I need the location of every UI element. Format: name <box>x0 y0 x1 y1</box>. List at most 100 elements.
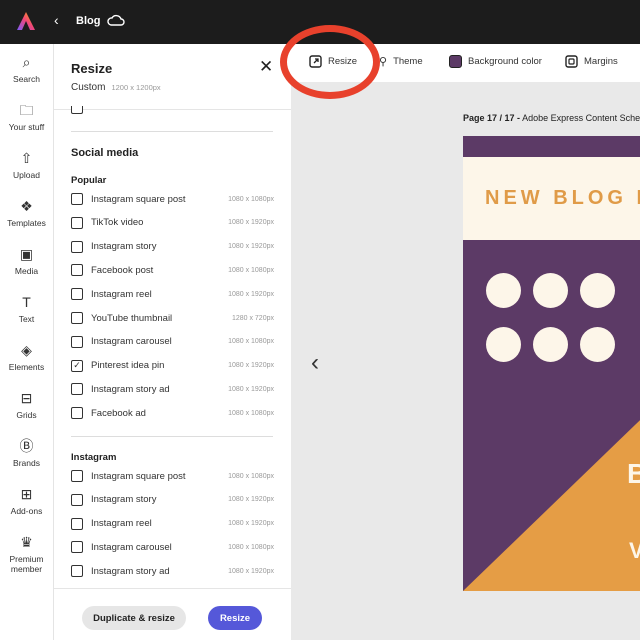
option-label: YouTube thumbnail <box>91 312 173 324</box>
option-label: Instagram story ad <box>91 383 170 395</box>
red-annotation-circle <box>280 25 380 99</box>
custom-size-value: 1200 x 1200px <box>111 83 161 92</box>
rail-item-media[interactable]: ▣ Media <box>0 246 53 276</box>
checkbox[interactable] <box>71 493 83 506</box>
option-label: Instagram square post <box>91 193 186 205</box>
rail-item-brands[interactable]: Ⓑ Brands <box>0 438 53 468</box>
size-option[interactable]: Instagram carousel 1080 x 1080px <box>71 539 274 555</box>
size-option[interactable]: Instagram story ad 1080 x 1920px <box>71 563 274 579</box>
rail-item-your-stuff[interactable]: 🗀 Your stuff <box>0 102 53 132</box>
rail-item-premium-member[interactable]: ♛ Premium member <box>0 534 53 574</box>
checkbox[interactable] <box>71 216 83 229</box>
margins-tool[interactable]: Margins <box>565 55 618 68</box>
option-size: 1080 x 1080px <box>228 409 274 417</box>
size-option[interactable]: Instagram square post 1080 x 1080px <box>71 191 274 207</box>
rail-label: Add-ons <box>10 506 43 516</box>
divider <box>71 436 273 437</box>
background-color-tool[interactable]: Background color <box>449 55 542 68</box>
adobe-express-logo[interactable] <box>16 11 36 31</box>
option-size: 1080 x 1080px <box>228 338 274 346</box>
checkbox[interactable] <box>71 335 83 348</box>
artboard-text-b: B <box>627 458 640 489</box>
back-chevron-icon[interactable]: ‹ <box>54 12 59 28</box>
size-option[interactable]: Facebook ad 1080 x 1080px <box>71 405 274 421</box>
checkbox-partial[interactable] <box>71 106 83 114</box>
option-label: Instagram square post <box>91 470 186 482</box>
option-size: 1080 x 1920px <box>228 567 274 575</box>
rail-label: Premium member <box>9 554 44 574</box>
checkbox[interactable] <box>71 383 83 396</box>
theme-tool[interactable]: ⚲ Theme <box>379 55 423 68</box>
margins-label: Margins <box>584 56 618 67</box>
rail-item-add-ons[interactable]: ⊞ Add-ons <box>0 486 53 516</box>
option-size: 1080 x 1920px <box>228 243 274 251</box>
cloud-icon[interactable] <box>107 13 125 27</box>
previous-page-chevron-icon[interactable]: ‹ <box>311 349 319 377</box>
rail-label: Text <box>18 314 35 324</box>
size-option[interactable]: Instagram reel 1080 x 1920px <box>71 516 274 532</box>
rail-item-grids[interactable]: ⊟ Grids <box>0 390 53 420</box>
document-name: Adobe Express Content Sche <box>522 113 640 123</box>
option-size: 1080 x 1080px <box>228 266 274 274</box>
custom-size[interactable]: Custom 1200 x 1200px <box>71 82 161 93</box>
custom-label: Custom <box>71 82 106 93</box>
size-option[interactable]: Instagram story ad 1080 x 1920px <box>71 381 274 397</box>
checkbox[interactable] <box>71 470 83 482</box>
checkbox[interactable] <box>71 565 83 578</box>
size-option[interactable]: Instagram square post 1080 x 1080px <box>71 468 274 484</box>
size-option[interactable]: Instagram story 1080 x 1920px <box>71 239 274 255</box>
resize-panel: Resize Custom 1200 x 1200px ✕ Social medi… <box>54 44 291 640</box>
option-size: 1080 x 1920px <box>228 290 274 298</box>
size-option[interactable]: Instagram story 1080 x 1920px <box>71 492 274 508</box>
rail-item-elements[interactable]: ◈ Elements <box>0 342 53 372</box>
checkbox[interactable] <box>71 541 83 554</box>
duplicate-resize-button[interactable]: Duplicate & resize <box>82 606 186 630</box>
rail-label: Brands <box>13 458 40 468</box>
grids-icon: ⊟ <box>20 390 33 406</box>
size-option[interactable]: Instagram carousel 1080 x 1080px <box>71 334 274 350</box>
option-label: Instagram reel <box>91 518 152 530</box>
checkbox[interactable] <box>71 193 83 205</box>
checkbox[interactable] <box>71 517 83 530</box>
section-title: Social media <box>71 147 139 159</box>
option-label: Instagram story <box>91 241 157 253</box>
rail-item-search[interactable]: ⌕ Search <box>0 54 53 84</box>
option-size: 1280 x 720px <box>231 314 274 322</box>
size-option[interactable]: TikTok video 1080 x 1920px <box>71 215 274 231</box>
size-option[interactable]: Facebook post 1080 x 1080px <box>71 262 274 278</box>
brands-icon: Ⓑ <box>19 438 34 454</box>
close-icon[interactable]: ✕ <box>259 57 273 77</box>
option-size: 1080 x 1920px <box>228 362 274 370</box>
option-label: Instagram story <box>91 494 157 506</box>
checkbox[interactable] <box>71 407 83 420</box>
option-size: 1080 x 1080px <box>228 472 274 480</box>
panel-title: Resize <box>71 61 113 76</box>
document-title[interactable]: Blog <box>76 15 100 27</box>
background-color-label: Background color <box>468 56 542 67</box>
artboard[interactable]: NEW BLOG P B V <box>463 136 640 591</box>
rail-item-templates[interactable]: ❖ Templates <box>0 198 53 228</box>
checkbox[interactable] <box>71 312 83 324</box>
divider <box>54 109 291 110</box>
group-instagram: Instagram <box>71 452 117 463</box>
elements-icon: ◈ <box>21 342 32 358</box>
option-label: Pinterest idea pin <box>91 360 165 372</box>
rail-label: Grids <box>16 410 37 420</box>
size-option[interactable]: ✓ Pinterest idea pin 1080 x 1920px <box>71 358 274 374</box>
option-size: 1080 x 1080px <box>228 195 274 203</box>
checkbox[interactable] <box>71 288 83 301</box>
artboard-text-v: V <box>629 538 640 563</box>
checkbox[interactable]: ✓ <box>71 359 83 372</box>
size-option[interactable]: YouTube thumbnail 1280 x 720px <box>71 310 274 326</box>
checkbox[interactable] <box>71 240 83 253</box>
rail-item-upload[interactable]: ⇧ Upload <box>0 150 53 180</box>
resize-button[interactable]: Resize <box>208 606 262 630</box>
rail-label: Templates <box>7 218 46 228</box>
size-option[interactable]: Instagram reel 1080 x 1920px <box>71 286 274 302</box>
group-popular: Popular <box>71 175 107 186</box>
left-rail: ⌕ Search 🗀 Your stuff ⇧ Upload ❖ Templates ▣ Medi… <box>0 44 54 640</box>
orange-triangle <box>463 420 640 591</box>
text-icon: T <box>22 294 31 310</box>
checkbox[interactable] <box>71 264 83 277</box>
rail-item-text[interactable]: T Text <box>0 294 53 324</box>
